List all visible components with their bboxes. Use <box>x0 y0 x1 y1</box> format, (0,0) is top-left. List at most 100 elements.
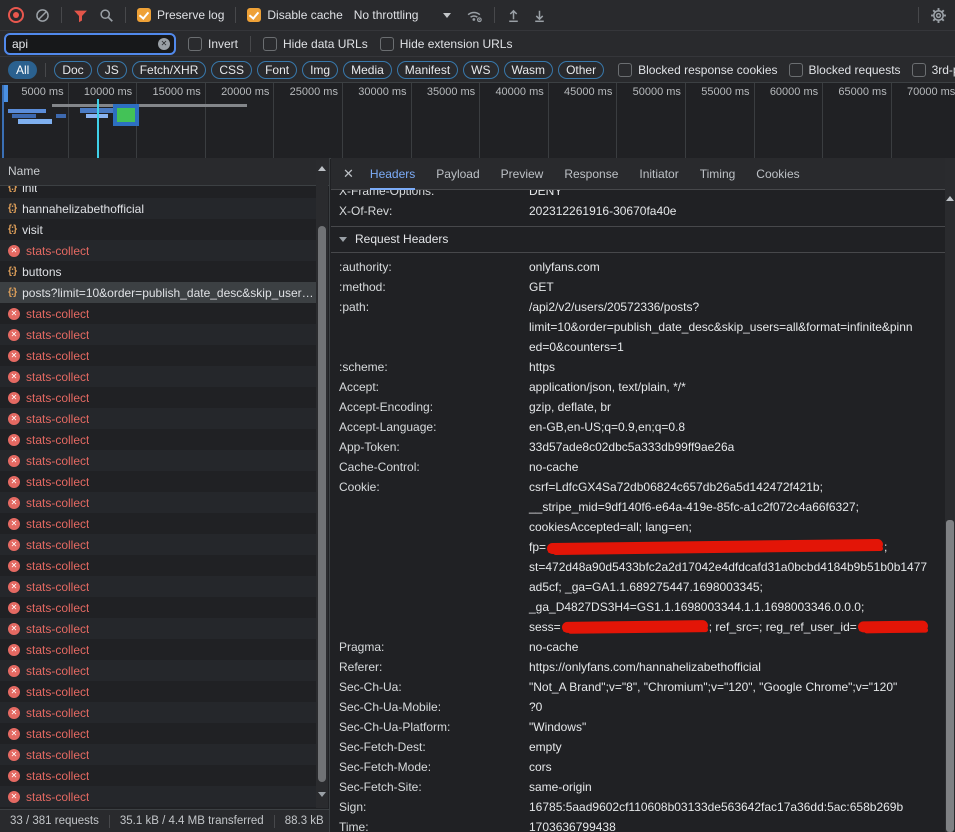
filter-pill-ws[interactable]: WS <box>463 61 498 79</box>
hide-extension-urls-checkbox[interactable]: Hide extension URLs <box>380 37 513 51</box>
request-row-stats-collect[interactable]: ✕stats-collect <box>0 471 317 492</box>
filter-pill-all[interactable]: All <box>8 61 37 79</box>
redaction-scribble <box>547 539 883 554</box>
request-row-stats-collect[interactable]: ✕stats-collect <box>0 576 317 597</box>
request-row-hannahelizabethofficial[interactable]: {:}hannahelizabethofficial <box>0 198 317 219</box>
request-row-stats-collect[interactable]: ✕stats-collect <box>0 660 317 681</box>
header-row: :path:/api2/v2/users/20572336/posts?limi… <box>331 297 945 357</box>
request-row-stats-collect[interactable]: ✕stats-collect <box>0 639 317 660</box>
request-row-buttons[interactable]: {:}buttons <box>0 261 317 282</box>
request-row-stats-collect[interactable]: ✕stats-collect <box>0 681 317 702</box>
tab-payload[interactable]: Payload <box>436 158 479 190</box>
request-row-stats-collect[interactable]: ✕stats-collect <box>0 366 317 387</box>
filter-pill-js[interactable]: JS <box>97 61 127 79</box>
invert-checkbox[interactable]: Invert <box>188 37 238 51</box>
checkbox-unchecked[interactable] <box>263 37 277 51</box>
filter-pill-css[interactable]: CSS <box>211 61 252 79</box>
filter-toggle-button[interactable] <box>73 8 88 23</box>
scroll-down-arrow-icon[interactable] <box>318 792 326 797</box>
scrollbar-thumb[interactable] <box>318 226 326 782</box>
request-row-init[interactable]: {:}init <box>0 186 317 198</box>
checkbox-checked[interactable] <box>137 8 151 22</box>
request-row-visit[interactable]: {:}visit <box>0 219 317 240</box>
export-har-icon[interactable] <box>506 8 521 23</box>
3rd-party-requests-checkbox[interactable]: 3rd-party requests <box>912 63 955 77</box>
request-row-stats-collect[interactable]: ✕stats-collect <box>0 513 317 534</box>
header-value-line: sess=; ref_src=; reg_ref_user_id= <box>529 617 945 637</box>
checkbox-unchecked[interactable] <box>912 63 926 77</box>
filter-pill-wasm[interactable]: Wasm <box>504 61 554 79</box>
preserve-log-checkbox[interactable]: Preserve log <box>137 8 224 22</box>
throttling-select[interactable]: No throttling <box>354 8 419 22</box>
blocked-request-icon: ✕ <box>8 665 20 677</box>
request-row-stats-collect[interactable]: ✕stats-collect <box>0 597 317 618</box>
details-scrollbar[interactable] <box>945 158 955 832</box>
scroll-up-arrow-icon[interactable] <box>946 196 954 201</box>
chevron-down-icon[interactable] <box>443 13 451 18</box>
overview-timeline[interactable]: 5000 ms10000 ms15000 ms20000 ms25000 ms3… <box>0 83 955 159</box>
checkbox-unchecked[interactable] <box>188 37 202 51</box>
headers-detail-view[interactable]: X-Frame-Options:DENYX-Of-Rev:20231226191… <box>331 190 945 832</box>
filter-pill-other[interactable]: Other <box>558 61 604 79</box>
request-row-stats-collect[interactable]: ✕stats-collect <box>0 408 317 429</box>
request-row-stats-collect[interactable]: ✕stats-collect <box>0 492 317 513</box>
search-button[interactable] <box>99 8 114 23</box>
request-row-stats-collect[interactable]: ✕stats-collect <box>0 387 317 408</box>
filter-pill-font[interactable]: Font <box>257 61 297 79</box>
request-row-stats-collect[interactable]: ✕stats-collect <box>0 303 317 324</box>
blocked-request-icon: ✕ <box>8 539 20 551</box>
header-value: /api2/v2/users/20572336/posts?limit=10&o… <box>529 297 945 357</box>
scroll-up-arrow-icon[interactable] <box>318 166 326 171</box>
checkbox-unchecked[interactable] <box>380 37 394 51</box>
clear-network-log-button[interactable] <box>35 8 50 23</box>
request-row-stats-collect[interactable]: ✕stats-collect <box>0 765 317 786</box>
request-row-stats-collect[interactable]: ✕stats-collect <box>0 324 317 345</box>
filter-pill-img[interactable]: Img <box>302 61 338 79</box>
blocked-response-cookies-checkbox[interactable]: Blocked response cookies <box>618 63 777 77</box>
tab-cookies[interactable]: Cookies <box>756 158 799 190</box>
request-row-stats-collect[interactable]: ✕stats-collect <box>0 723 317 744</box>
chevron-expanded-icon[interactable] <box>339 237 347 242</box>
checkbox-unchecked[interactable] <box>789 63 803 77</box>
hide-data-urls-checkbox[interactable]: Hide data URLs <box>263 37 368 51</box>
request-row-stats-collect[interactable]: ✕stats-collect <box>0 555 317 576</box>
network-conditions-icon[interactable] <box>466 8 483 23</box>
request-row-stats-collect[interactable]: ✕stats-collect <box>0 450 317 471</box>
tab-headers[interactable]: Headers <box>370 158 415 190</box>
checkbox-unchecked[interactable] <box>618 63 632 77</box>
filter-pill-media[interactable]: Media <box>343 61 392 79</box>
filter-pill-manifest[interactable]: Manifest <box>397 61 458 79</box>
clear-filter-icon[interactable]: ✕ <box>158 38 170 50</box>
header-value: en-GB,en-US;q=0.9,en;q=0.8 <box>529 417 945 437</box>
tab-timing[interactable]: Timing <box>700 158 736 190</box>
name-column-header[interactable]: Name <box>0 158 329 186</box>
disable-cache-checkbox[interactable]: Disable cache <box>247 8 342 22</box>
request-row-stats-collect[interactable]: ✕stats-collect <box>0 534 317 555</box>
tab-initiator[interactable]: Initiator <box>639 158 678 190</box>
waterfall-mark <box>2 85 4 158</box>
header-value-line: __stripe_mid=9df140f6-e64a-419e-85fc-a1c… <box>529 497 945 517</box>
checkbox-checked[interactable] <box>247 8 261 22</box>
header-row: App-Token:33d57ade8c02dbc5a333db99ff9ae2… <box>331 437 945 457</box>
import-har-icon[interactable] <box>532 8 547 23</box>
request-list-scrollbar[interactable] <box>316 160 328 808</box>
request-row-stats-collect[interactable]: ✕stats-collect <box>0 240 317 261</box>
request-row-stats-collect[interactable]: ✕stats-collect <box>0 744 317 765</box>
close-details-icon[interactable]: ✕ <box>343 166 354 182</box>
scrollbar-thumb[interactable] <box>946 520 954 832</box>
filter-pill-fetch-xhr[interactable]: Fetch/XHR <box>132 61 207 79</box>
request-row-stats-collect[interactable]: ✕stats-collect <box>0 786 317 807</box>
blocked-requests-checkbox[interactable]: Blocked requests <box>789 63 901 77</box>
tab-preview[interactable]: Preview <box>501 158 544 190</box>
tab-response[interactable]: Response <box>564 158 618 190</box>
settings-gear-icon[interactable] <box>930 7 947 24</box>
request-row-stats-collect[interactable]: ✕stats-collect <box>0 618 317 639</box>
request-headers-section-header[interactable]: Request Headers <box>331 227 945 253</box>
request-row-posts-limit-10-order-publish-d[interactable]: {:}posts?limit=10&order=publish_date_des… <box>0 282 317 303</box>
record-network-log-button[interactable] <box>8 7 24 23</box>
request-row-stats-collect[interactable]: ✕stats-collect <box>0 702 317 723</box>
request-row-stats-collect[interactable]: ✕stats-collect <box>0 429 317 450</box>
filter-input[interactable] <box>4 33 176 55</box>
filter-pill-doc[interactable]: Doc <box>54 61 91 79</box>
request-row-stats-collect[interactable]: ✕stats-collect <box>0 345 317 366</box>
